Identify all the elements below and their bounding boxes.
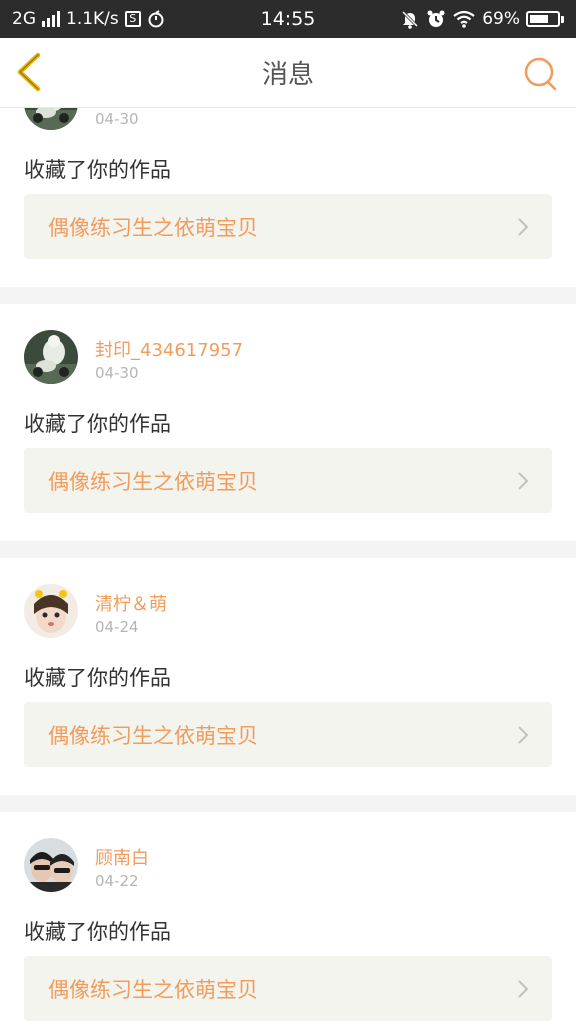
message-date: 04-24	[95, 618, 139, 636]
status-bar: 2G 1.1K/s S 14:55 69%	[0, 0, 576, 38]
message-date: 04-30	[95, 110, 139, 128]
work-title: 偶像练习生之依萌宝贝	[48, 215, 258, 240]
battery-icon	[526, 11, 564, 27]
action-text: 收藏了你的作品	[24, 412, 171, 436]
message-date: 04-30	[95, 364, 139, 382]
action-text: 收藏了你的作品	[24, 158, 171, 182]
chevron-right-icon	[518, 218, 529, 236]
chevron-right-icon	[518, 472, 529, 490]
username[interactable]: 顾南白	[95, 844, 149, 870]
sim-icon: S	[124, 11, 141, 27]
alarm-icon	[427, 10, 445, 27]
battery-percent: 69%	[482, 9, 520, 29]
status-right: 69%	[400, 9, 564, 29]
chevron-right-icon	[518, 980, 529, 998]
avatar[interactable]	[24, 108, 78, 130]
username[interactable]: 封印_434617957	[95, 336, 243, 362]
message-card: 顾南白 04-22 收藏了你的作品 偶像练习生之依萌宝贝	[0, 812, 576, 1024]
message-list[interactable]: 封印_434617957 04-30 收藏了你的作品 偶像练习生之依萌宝贝 封印…	[0, 108, 576, 1024]
message-feed: 封印_434617957 04-30 收藏了你的作品 偶像练习生之依萌宝贝 封印…	[0, 108, 576, 1024]
work-link[interactable]: 偶像练习生之依萌宝贝	[24, 702, 552, 767]
message-card: 封印_434617957 04-30 收藏了你的作品 偶像练习生之依萌宝贝	[0, 304, 576, 541]
signal-icon	[42, 11, 60, 27]
work-title: 偶像练习生之依萌宝贝	[48, 977, 258, 1002]
chevron-right-icon	[518, 726, 529, 744]
status-left: 2G 1.1K/s S	[12, 9, 165, 29]
message-card: 封印_434617957 04-30 收藏了你的作品 偶像练习生之依萌宝贝	[0, 108, 576, 287]
chevron-left-icon[interactable]	[12, 52, 52, 92]
page-title: 消息	[261, 60, 314, 90]
work-link[interactable]: 偶像练习生之依萌宝贝	[24, 956, 552, 1021]
network-type: 2G	[12, 9, 36, 29]
avatar[interactable]	[24, 584, 78, 638]
message-card: 清柠＆萌 04-24 收藏了你的作品 偶像练习生之依萌宝贝	[0, 558, 576, 795]
search-icon[interactable]	[520, 54, 560, 94]
message-date: 04-22	[95, 872, 139, 890]
username[interactable]: 清柠＆萌	[95, 590, 167, 616]
work-title: 偶像练习生之依萌宝贝	[48, 723, 258, 748]
avatar[interactable]	[24, 838, 78, 892]
work-link[interactable]: 偶像练习生之依萌宝贝	[24, 194, 552, 259]
wifi-icon	[453, 10, 475, 28]
action-text: 收藏了你的作品	[24, 920, 171, 944]
work-link[interactable]: 偶像练习生之依萌宝贝	[24, 448, 552, 513]
avatar[interactable]	[24, 330, 78, 384]
network-speed: 1.1K/s	[66, 9, 119, 29]
work-title: 偶像练习生之依萌宝贝	[48, 469, 258, 494]
nav-bar: 消息	[0, 38, 576, 108]
action-text: 收藏了你的作品	[24, 666, 171, 690]
data-sync-icon	[148, 10, 164, 28]
mute-bell-icon	[402, 10, 419, 29]
